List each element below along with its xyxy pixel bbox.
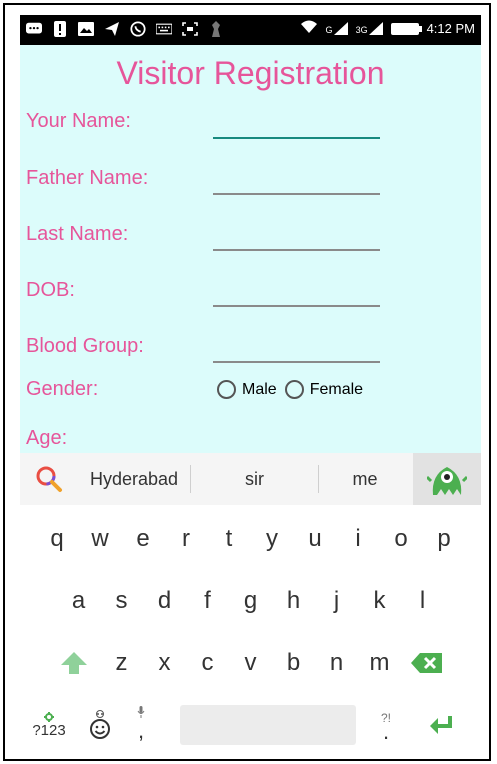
screenshot-icon xyxy=(182,20,198,38)
keyboard-mascot-button[interactable] xyxy=(413,453,481,505)
female-radio-label[interactable]: Female xyxy=(310,381,363,399)
comma-key-label: , xyxy=(137,718,145,743)
notification-icons xyxy=(26,20,224,38)
suggestion-item[interactable]: me xyxy=(319,453,411,505)
search-button[interactable] xyxy=(20,453,78,505)
your-name-label: Your Name: xyxy=(26,110,131,132)
enter-arrow-icon xyxy=(430,716,452,734)
registration-form: Visitor Registration Your Name: Father N… xyxy=(20,45,481,453)
key-b[interactable]: b xyxy=(272,641,315,685)
signal-g-icon: G xyxy=(326,22,348,35)
key-i[interactable]: i xyxy=(337,517,380,561)
system-icons: G 3G 4:12 PM xyxy=(300,20,475,37)
key-c[interactable]: c xyxy=(186,641,229,685)
period-key-label: . xyxy=(382,719,390,744)
dob-label: DOB: xyxy=(26,279,75,301)
emblem-icon xyxy=(208,20,224,38)
blood-group-input[interactable] xyxy=(213,361,380,363)
key-u[interactable]: u xyxy=(294,517,337,561)
age-label: Age: xyxy=(26,427,68,449)
keyboard-row-4: ?123 , ?! . xyxy=(20,701,481,749)
battery-icon xyxy=(390,22,422,35)
key-a[interactable]: a xyxy=(57,579,100,623)
keyboard-icon xyxy=(156,20,172,38)
page-title: Visitor Registration xyxy=(116,55,385,91)
key-v[interactable]: v xyxy=(229,641,272,685)
key-d[interactable]: d xyxy=(143,579,186,623)
signal-3g-icon: 3G xyxy=(356,22,383,35)
backspace-key[interactable] xyxy=(401,641,453,685)
key-r[interactable]: r xyxy=(165,517,208,561)
symbols-key-label: ?123 xyxy=(32,721,66,739)
last-name-input[interactable] xyxy=(213,249,380,251)
key-n[interactable]: n xyxy=(315,641,358,685)
key-w[interactable]: w xyxy=(79,517,122,561)
microphone-icon xyxy=(137,706,145,718)
key-h[interactable]: h xyxy=(272,579,315,623)
space-bar[interactable] xyxy=(180,705,356,745)
key-m[interactable]: m xyxy=(358,641,401,685)
monster-mascot-icon xyxy=(427,467,467,495)
alert-icon xyxy=(52,20,68,38)
gender-radio-group: Male Female xyxy=(217,380,371,399)
panda-icon xyxy=(96,710,104,718)
key-z[interactable]: z xyxy=(100,641,143,685)
blood-group-label: Blood Group: xyxy=(26,335,144,357)
key-p[interactable]: p xyxy=(423,517,466,561)
smiley-icon xyxy=(90,719,110,739)
key-x[interactable]: x xyxy=(143,641,186,685)
male-radio[interactable] xyxy=(217,380,236,399)
chat-bubble-icon xyxy=(26,20,42,38)
enter-key[interactable] xyxy=(416,703,468,747)
key-y[interactable]: y xyxy=(251,517,294,561)
send-icon xyxy=(104,20,120,38)
comma-key[interactable]: , xyxy=(122,701,160,749)
key-f[interactable]: f xyxy=(186,579,229,623)
key-g[interactable]: g xyxy=(229,579,272,623)
gender-label: Gender: xyxy=(26,378,99,400)
keyboard-row-1: q w e r t y u i o p xyxy=(20,517,481,561)
network-3g-label: 3G xyxy=(355,25,368,35)
period-key[interactable]: ?! . xyxy=(356,701,416,749)
shift-key[interactable] xyxy=(48,641,100,685)
key-o[interactable]: o xyxy=(380,517,423,561)
key-s[interactable]: s xyxy=(100,579,143,623)
suggestion-item[interactable]: sir xyxy=(191,453,318,505)
suggestion-strip: Hyderabad sir me xyxy=(20,453,481,505)
father-name-label: Father Name: xyxy=(26,167,149,189)
suggestion-item[interactable]: Hyderabad xyxy=(78,453,190,505)
your-name-input[interactable] xyxy=(213,137,380,139)
whatsapp-icon xyxy=(130,20,146,38)
backspace-icon xyxy=(411,653,442,673)
keyboard-row-2: a s d f g h j k l xyxy=(20,579,481,623)
search-icon xyxy=(36,466,62,492)
soft-keyboard: q w e r t y u i o p a s d f g h j k l z … xyxy=(20,505,481,758)
key-e[interactable]: e xyxy=(122,517,165,561)
key-q[interactable]: q xyxy=(36,517,79,561)
father-name-input[interactable] xyxy=(213,193,380,195)
network-g-label: G xyxy=(325,25,333,35)
key-t[interactable]: t xyxy=(208,517,251,561)
symbols-key[interactable]: ?123 xyxy=(20,701,78,749)
image-icon xyxy=(78,20,94,38)
dob-input[interactable] xyxy=(213,305,380,307)
key-k[interactable]: k xyxy=(358,579,401,623)
key-l[interactable]: l xyxy=(401,579,444,623)
clock: 4:12 PM xyxy=(426,21,475,36)
female-radio[interactable] xyxy=(284,380,304,399)
shift-arrow-icon xyxy=(61,652,87,674)
emoji-key[interactable] xyxy=(78,701,122,749)
key-j[interactable]: j xyxy=(315,579,358,623)
wifi-icon xyxy=(300,20,318,37)
male-radio-label[interactable]: Male xyxy=(242,381,277,399)
status-bar: G 3G 4:12 PM xyxy=(20,15,481,45)
settings-gear-icon xyxy=(44,711,54,722)
keyboard-row-3: z x c v b n m xyxy=(20,641,481,685)
last-name-label: Last Name: xyxy=(26,223,129,245)
